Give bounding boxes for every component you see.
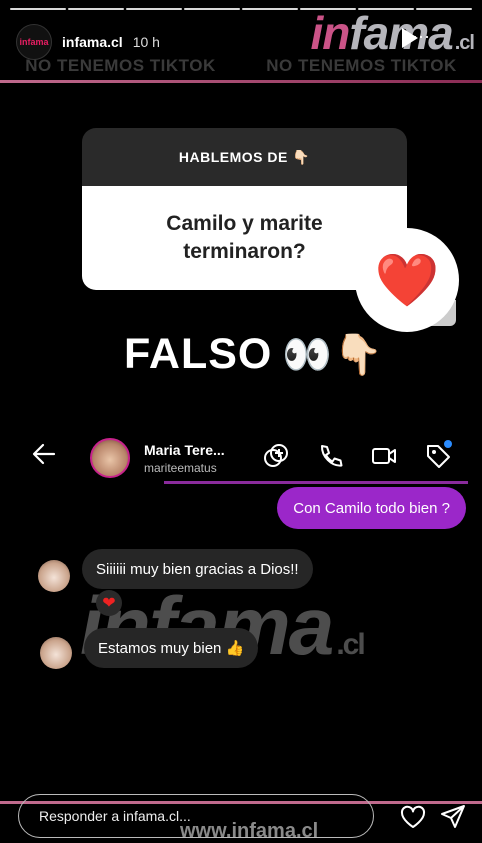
account-avatar[interactable]: infama — [16, 24, 52, 60]
reply-placeholder: Responder a infama.cl... — [39, 808, 191, 824]
contact-avatar[interactable] — [90, 438, 130, 478]
like-heart-icon[interactable] — [400, 805, 426, 829]
caption: FALSO 👀👇🏻 — [124, 330, 384, 379]
message-reaction-heart-icon[interactable]: ❤ — [96, 590, 122, 616]
top-stripe — [0, 80, 482, 83]
site-watermark: www.infama.cl — [180, 820, 319, 842]
tag-button[interactable] — [424, 440, 452, 470]
chat-divider — [164, 481, 468, 484]
caption-emoji: 👀👇🏻 — [282, 333, 384, 377]
watermark-band: NO TENEMOS TIKTOK NO TENEMOS TIKTOK — [25, 56, 457, 75]
phone-call-icon[interactable] — [316, 442, 344, 470]
add-effect-icon[interactable] — [262, 442, 290, 470]
chat-actions — [262, 440, 452, 470]
chat-header: Maria Tere... mariteematus — [30, 430, 462, 486]
heart-reaction-sticker: ❤️ — [355, 228, 459, 332]
back-arrow-icon[interactable] — [30, 440, 70, 476]
contact-info[interactable]: Maria Tere... mariteematus — [144, 442, 225, 475]
sender-avatar — [38, 560, 70, 592]
brand-logo: infama .cl — [310, 7, 475, 59]
send-icon[interactable] — [440, 804, 466, 830]
post-time: 10 h — [132, 34, 160, 50]
account-name[interactable]: infama.cl — [62, 34, 123, 50]
heart-icon: ❤️ — [374, 251, 440, 310]
contact-name: Maria Tere... — [144, 441, 225, 458]
contact-username: mariteematus — [144, 460, 217, 475]
notification-dot — [444, 440, 452, 448]
more-options-icon[interactable]: ··· — [412, 26, 430, 47]
message-in[interactable]: Estamos muy bien 👍 — [84, 628, 259, 668]
message-out[interactable]: Con Camilo todo bien ? — [277, 487, 466, 529]
video-call-icon[interactable] — [370, 442, 398, 470]
sender-avatar — [40, 637, 72, 669]
question-title: HABLEMOS DE 👇🏻 — [82, 128, 407, 186]
caption-text: FALSO — [124, 330, 273, 378]
